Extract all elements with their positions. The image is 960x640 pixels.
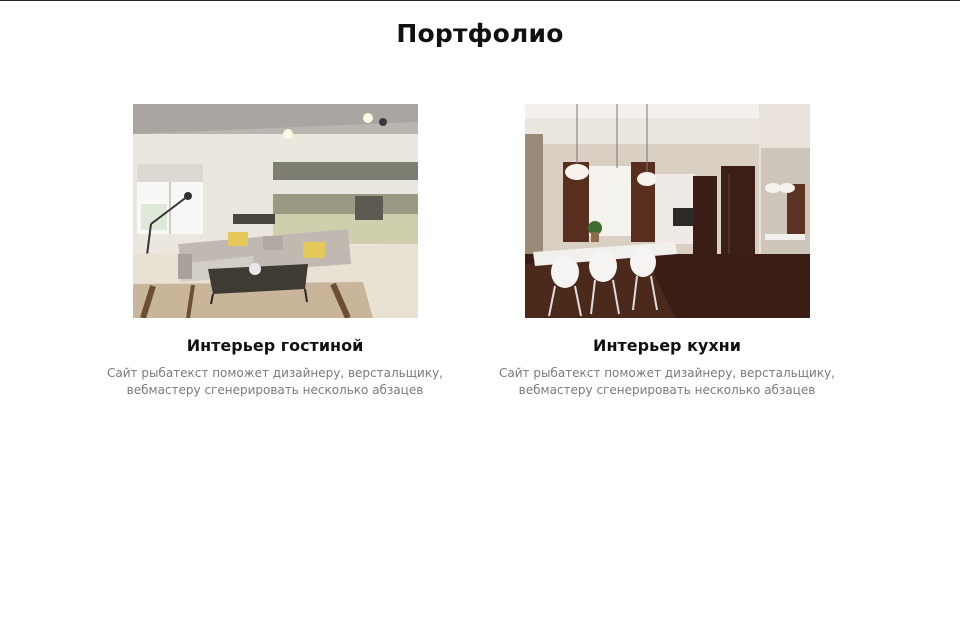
card-description: Сайт рыбатекст поможет дизайнеру, верста… — [106, 366, 443, 397]
portfolio-card-kitchen[interactable]: Интерьер кухни Сайт рыбатекст поможет ди… — [472, 104, 862, 399]
top-divider — [0, 0, 960, 1]
kitchen-image[interactable] — [524, 104, 810, 318]
portfolio-card-living-room[interactable]: Интерьер гостиной Сайт рыбатекст поможет… — [80, 104, 470, 399]
page-title: Портфолио — [396, 19, 564, 48]
card-title[interactable]: Интерьер гостиной — [80, 336, 470, 355]
card-description: Сайт рыбатекст поможет дизайнеру, верста… — [498, 366, 835, 397]
living-room-image[interactable] — [132, 104, 418, 318]
card-title[interactable]: Интерьер кухни — [472, 336, 862, 355]
